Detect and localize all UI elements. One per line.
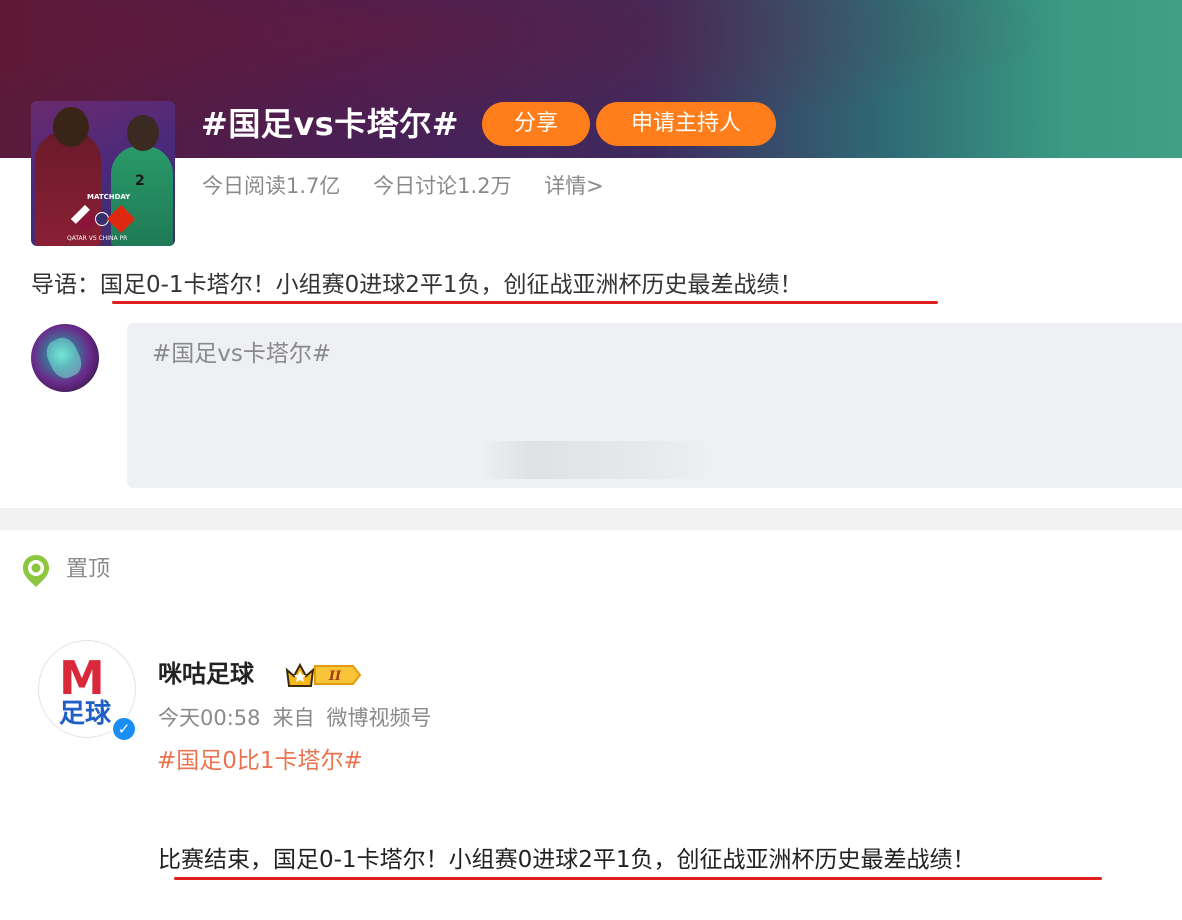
topic-banner <box>0 0 1182 158</box>
player-left-head <box>53 107 89 147</box>
apply-host-button[interactable]: 申请主持人 <box>596 102 776 146</box>
topic-stats: 今日阅读1.7亿 今日讨论1.2万 详情> <box>202 170 630 202</box>
intro-underline <box>112 301 938 304</box>
cover-footer: QATAR VS CHINA PR <box>67 235 128 242</box>
discussions-count: 今日讨论1.2万 <box>373 174 512 198</box>
topic-cover-image: 2 MATCHDAY QATAR VS CHINA PR <box>31 101 175 246</box>
post-time[interactable]: 今天00:58 <box>158 706 261 730</box>
author-name[interactable]: 咪咕足球 <box>158 656 254 692</box>
matchday-label: MATCHDAY <box>87 193 131 201</box>
reads-count: 今日阅读1.7亿 <box>202 174 341 198</box>
composer-input[interactable]: #国足vs卡塔尔# <box>152 337 331 371</box>
avatar-text: 足球 <box>59 699 112 729</box>
details-link[interactable]: 详情> <box>544 174 604 198</box>
post-hashtag[interactable]: #国足0比1卡塔尔# <box>157 744 363 778</box>
section-divider <box>0 508 1182 530</box>
player-left <box>35 131 101 246</box>
post-meta: 今天00:58 来自 微博视频号 <box>158 702 444 734</box>
intro-text: 国足0-1卡塔尔！小组赛0进球2平1负，创征战亚洲杯历史最差战绩！ <box>100 272 803 298</box>
current-user-avatar[interactable] <box>31 324 99 392</box>
post-source[interactable]: 微博视频号 <box>327 706 432 730</box>
pinned-label: 置顶 <box>66 557 111 582</box>
crown-level-icon[interactable]: II <box>285 661 363 689</box>
svg-text:II: II <box>328 669 342 684</box>
post-composer[interactable]: #国足vs卡塔尔# <box>127 323 1182 488</box>
topic-title: #国足vs卡塔尔# <box>201 105 460 143</box>
intro-label: 导语： <box>31 272 100 298</box>
verified-icon: ✓ <box>111 716 137 742</box>
topic-intro: 导语：国足0-1卡塔尔！小组赛0进球2平1负，创征战亚洲杯历史最差战绩！ <box>31 268 802 302</box>
player-right-head <box>127 115 159 151</box>
post-body: 比赛结束，国足0-1卡塔尔！小组赛0进球2平1负，创征战亚洲杯历史最差战绩！ <box>158 847 976 873</box>
source-prefix: 来自 <box>272 706 315 730</box>
pin-icon <box>23 555 49 587</box>
jersey-number: 2 <box>135 173 145 189</box>
share-button[interactable]: 分享 <box>482 102 590 146</box>
composer-blurred-area <box>485 441 705 479</box>
migu-logo-icon: M <box>59 651 105 705</box>
post-body-underline <box>174 877 1102 880</box>
